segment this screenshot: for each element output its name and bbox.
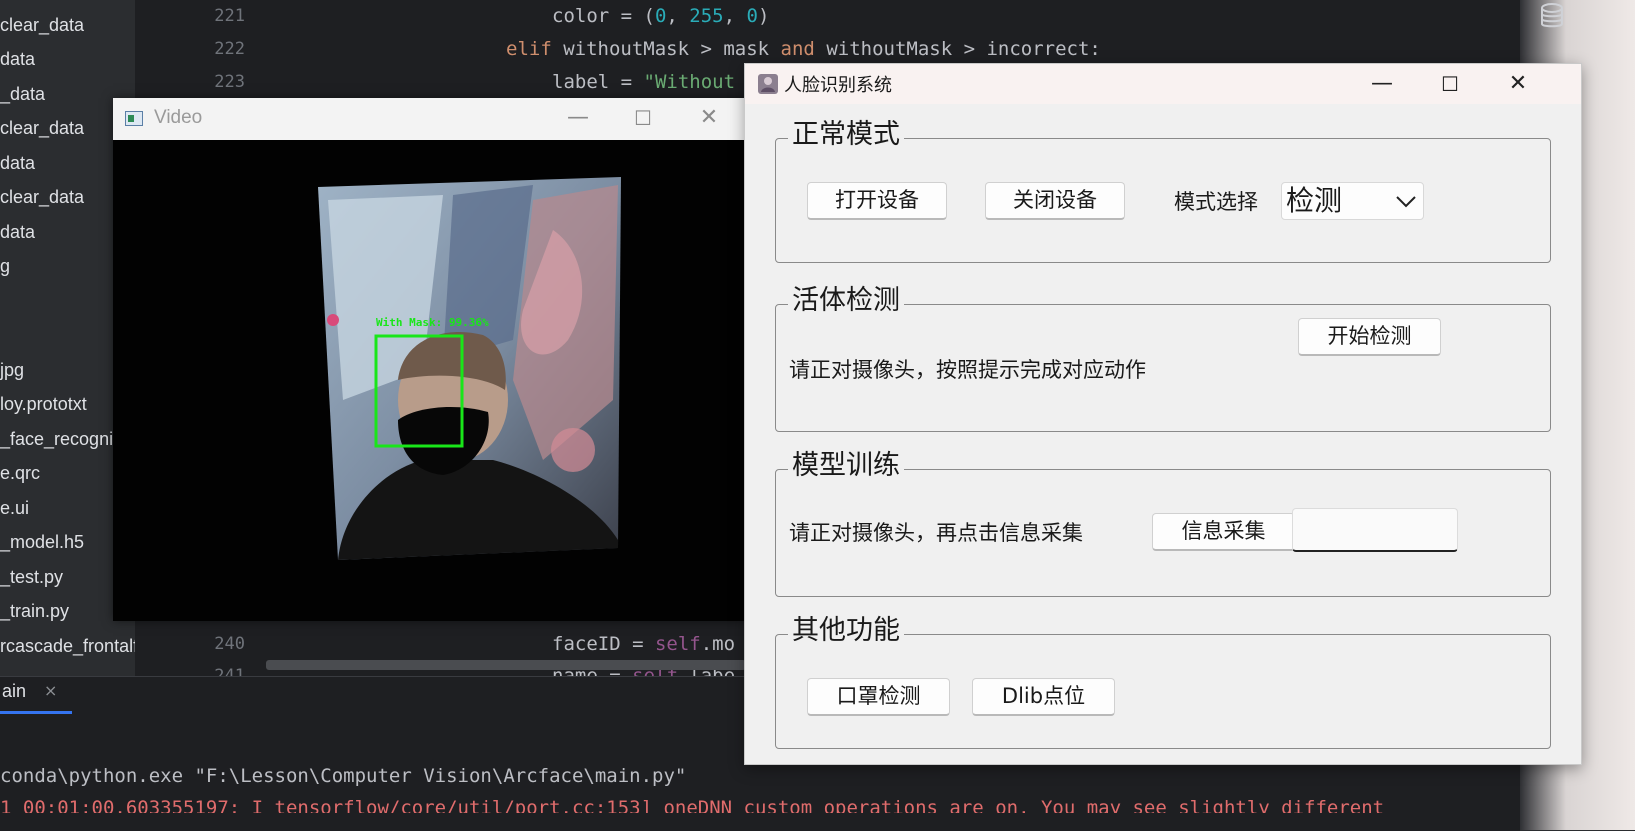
file-tree-item[interactable]: _model.h5 (0, 527, 84, 557)
code-token: self (654, 633, 701, 655)
mask-detection-button[interactable]: 口罩检测 (807, 678, 950, 716)
code-token: and (780, 38, 815, 60)
file-tree-item[interactable]: data (0, 148, 35, 178)
model-training-title: 模型训练 (788, 448, 904, 484)
code-token: 0 (654, 5, 667, 27)
file-tree-item[interactable]: data (0, 217, 35, 247)
code-token: faceID = (552, 633, 655, 655)
file-tree-item[interactable]: clear_data (0, 182, 84, 212)
line-number: 222 (214, 39, 245, 59)
file-tree-item[interactable]: e.ui (0, 493, 29, 523)
code-line-221: color = (0, 255, 0) (552, 0, 769, 32)
normal-mode-title: 正常模式 (788, 117, 904, 153)
app-titlebar[interactable]: 人脸识别系统 — ☐ ✕ (745, 64, 1581, 104)
line-number: 241 (214, 666, 245, 676)
app-logo-icon (757, 73, 779, 95)
code-token: elif (506, 38, 552, 60)
file-tree-item[interactable]: g (0, 251, 10, 281)
file-tree-item[interactable]: data (0, 44, 35, 74)
file-tree-item[interactable]: _train.py (0, 596, 69, 626)
start-detection-button[interactable]: 开始检测 (1298, 318, 1441, 356)
camera-feed: With Mask: 99.36% (113, 140, 746, 621)
normal-mode-group: 正常模式 打开设备 关闭设备 模式选择 检测 (775, 117, 1551, 263)
file-tree-item[interactable]: _test.py (0, 562, 63, 592)
file-tree-item[interactable]: _data (0, 79, 45, 109)
code-line-240: faceID = self.mo (552, 628, 735, 660)
code-token: .mo (700, 633, 736, 655)
line-number: 223 (214, 72, 245, 92)
dlib-landmarks-button[interactable]: Dlib点位 (972, 678, 1115, 716)
code-token: "Without (643, 71, 736, 93)
code-token: ) (757, 5, 770, 27)
app-window-title: 人脸识别系统 (784, 75, 892, 96)
file-tree-item[interactable]: _face_recogni (0, 424, 113, 454)
minimize-icon[interactable]: — (555, 98, 601, 138)
file-tree-item[interactable]: clear_data (0, 10, 84, 40)
other-functions-title: 其他功能 (788, 613, 904, 649)
minimize-icon[interactable]: — (1359, 64, 1405, 104)
mode-select-value: 检测 (1286, 184, 1343, 217)
training-instruction: 请正对摄像头，再点击信息采集 (789, 521, 1083, 545)
model-training-group: 模型训练 请正对摄像头，再点击信息采集 信息采集 (775, 448, 1551, 597)
video-titlebar[interactable]: Video — ☐ ✕ (113, 98, 746, 140)
name-input[interactable] (1292, 508, 1458, 552)
window-app-icon (125, 111, 143, 126)
file-tree-item[interactable]: loy.prototxt (0, 389, 87, 419)
close-icon[interactable]: ✕ (686, 98, 732, 138)
run-tab-label: ain (2, 681, 27, 701)
mode-select-label: 模式选择 (1174, 190, 1258, 214)
code-line-222: elif withoutMask > mask and withoutMask … (506, 33, 1101, 65)
editor-horizontal-scrollbar[interactable] (266, 660, 746, 670)
run-tab[interactable]: ain × (0, 677, 72, 714)
maximize-icon[interactable]: ☐ (620, 98, 666, 138)
close-device-button[interactable]: 关闭设备 (985, 182, 1125, 220)
close-icon[interactable]: × (44, 681, 57, 700)
close-icon[interactable]: ✕ (1495, 64, 1541, 104)
console-command-line: conda\python.exe "F:\Lesson\Computer Vis… (0, 765, 687, 787)
console-error-line: 1 00:01:00.603355197: I tensorflow/core/… (0, 797, 1385, 813)
code-token: 0 (746, 5, 758, 27)
camera-frame-image: With Mask: 99.36% (113, 140, 746, 621)
liveness-detection-title: 活体检测 (788, 283, 904, 319)
line-number: 221 (214, 6, 245, 26)
maximize-icon[interactable]: ☐ (1427, 64, 1473, 104)
liveness-detection-group: 活体检测 开始检测 请正对摄像头，按照提示完成对应动作 (775, 283, 1551, 432)
file-tree-item[interactable]: e.qrc (0, 458, 40, 488)
code-line-223: label = "Without (552, 66, 735, 98)
mode-select[interactable]: 检测 (1281, 182, 1424, 220)
line-number: 240 (214, 634, 245, 654)
database-icon[interactable] (1536, 0, 1568, 32)
code-token: withoutMask > mask (551, 38, 781, 60)
liveness-instruction: 请正对摄像头，按照提示完成对应动作 (789, 358, 1146, 382)
video-window: Video — ☐ ✕ With Mask: 99.36% (113, 98, 746, 621)
face-recognition-window: 人脸识别系统 — ☐ ✕ 正常模式 打开设备 关闭设备 模式选择 检测 活体检测… (744, 63, 1582, 765)
code-token: withoutMask > incorrect: (814, 38, 1101, 60)
video-window-title: Video (154, 107, 203, 128)
file-tree-item[interactable]: clear_data (0, 113, 84, 143)
code-token: , (666, 5, 690, 27)
open-device-button[interactable]: 打开设备 (807, 182, 947, 220)
chevron-down-icon (1396, 196, 1416, 208)
info-collect-button[interactable]: 信息采集 (1152, 513, 1295, 551)
code-token: color = ( (552, 5, 655, 27)
file-tree-item[interactable]: jpg (0, 355, 24, 385)
code-token: 255 (689, 5, 724, 27)
detection-label: With Mask: 99.36% (376, 316, 489, 329)
code-token: label = (552, 71, 644, 93)
other-functions-group: 其他功能 口罩检测 Dlib点位 (775, 613, 1551, 749)
code-token: , (723, 5, 747, 27)
file-tree-item[interactable]: rcascade_frontalfa (0, 631, 135, 661)
